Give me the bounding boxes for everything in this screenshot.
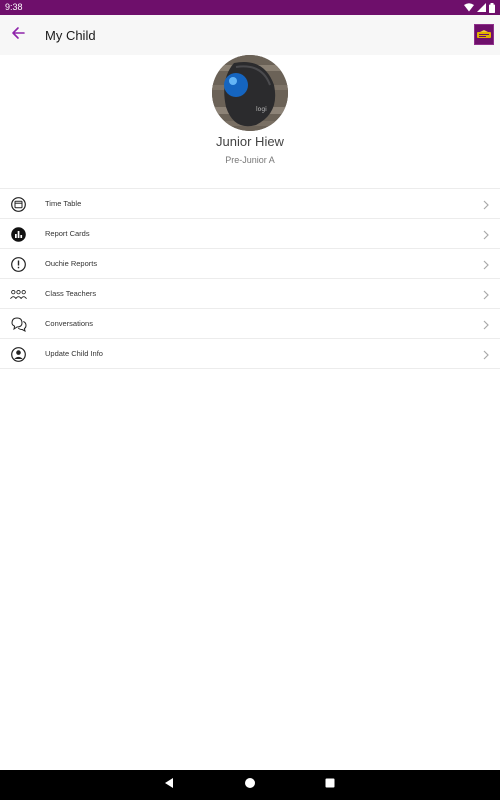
page-title: My Child bbox=[45, 27, 96, 43]
menu-item-ouchie-reports[interactable]: Ouchie Reports bbox=[0, 249, 500, 279]
menu-item-label: Report Cards bbox=[45, 229, 90, 238]
app-bar: My Child bbox=[0, 15, 500, 55]
menu-item-label: Time Table bbox=[45, 199, 82, 208]
arrow-back-icon bbox=[11, 26, 25, 45]
child-name: Junior Hiew bbox=[216, 134, 284, 149]
school-logo-icon[interactable] bbox=[474, 24, 494, 45]
status-icons bbox=[464, 2, 495, 13]
menu-item-label: Conversations bbox=[45, 319, 93, 328]
menu-item-report-cards[interactable]: Report Cards bbox=[0, 219, 500, 249]
menu-item-time-table[interactable]: Time Table bbox=[0, 189, 500, 219]
nav-recents-button[interactable] bbox=[322, 777, 338, 793]
child-profile: logi Junior Hiew Pre-Junior A bbox=[0, 55, 500, 188]
group-icon bbox=[10, 286, 27, 303]
menu-item-conversations[interactable]: Conversations bbox=[0, 309, 500, 339]
status-time: 9:38 bbox=[5, 2, 23, 12]
child-class: Pre-Junior A bbox=[225, 155, 275, 165]
chevron-right-icon bbox=[482, 288, 490, 300]
recents-square-icon bbox=[324, 776, 336, 794]
nav-back-button[interactable] bbox=[161, 777, 177, 793]
chevron-right-icon bbox=[482, 228, 490, 240]
menu-item-label: Class Teachers bbox=[45, 289, 97, 298]
chat-icon bbox=[10, 316, 27, 333]
avatar[interactable]: logi bbox=[212, 55, 288, 131]
back-triangle-icon bbox=[163, 776, 175, 794]
chevron-right-icon bbox=[482, 258, 490, 270]
system-nav-bar bbox=[0, 770, 500, 800]
chevron-right-icon bbox=[482, 318, 490, 330]
bar-chart-icon bbox=[10, 226, 27, 243]
back-button[interactable] bbox=[3, 15, 33, 55]
chevron-right-icon bbox=[482, 198, 490, 210]
status-bar: 9:38 bbox=[0, 0, 500, 15]
child-menu: Time Table Report Cards Ouchie Reports C… bbox=[0, 188, 500, 369]
wifi-icon bbox=[464, 3, 474, 12]
nav-home-button[interactable] bbox=[242, 777, 258, 793]
account-circle-icon bbox=[10, 346, 27, 363]
battery-icon bbox=[489, 2, 495, 13]
menu-item-update-child-info[interactable]: Update Child Info bbox=[0, 339, 500, 369]
calendar-icon bbox=[10, 196, 27, 213]
menu-item-label: Update Child Info bbox=[45, 349, 103, 358]
chevron-right-icon bbox=[482, 348, 490, 360]
home-circle-icon bbox=[244, 776, 256, 794]
svg-text:logi: logi bbox=[256, 106, 267, 113]
menu-item-class-teachers[interactable]: Class Teachers bbox=[0, 279, 500, 309]
signal-icon bbox=[477, 3, 486, 12]
menu-item-label: Ouchie Reports bbox=[45, 259, 98, 268]
alert-icon bbox=[10, 256, 27, 273]
